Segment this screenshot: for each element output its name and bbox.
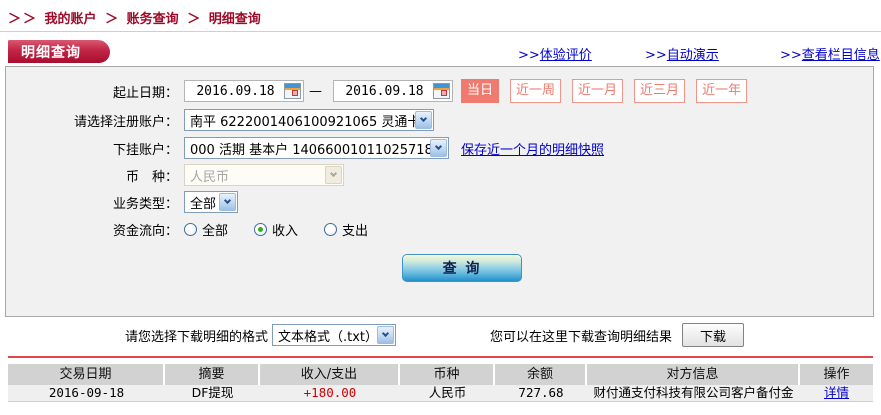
register-account-label: 请选择注册账户： <box>73 114 178 130</box>
breadcrumb-my-account[interactable]: 我的账户 <box>45 12 97 27</box>
date-range-label: 起止日期： <box>112 85 178 101</box>
calendar-icon[interactable] <box>284 83 301 99</box>
fund-flow-row: 资金流向： 全部 收入 支出 <box>6 217 873 241</box>
link-label: 体验评价 <box>539 48 592 63</box>
breadcrumb-prefix: ＞＞ <box>8 12 39 27</box>
fund-flow-radio-group: 全部 收入 支出 <box>184 220 394 239</box>
download-row: 请您选择下载明细的格式 文本格式（.txt） 您可以在这里下载查询明细结果 下载 <box>0 322 881 348</box>
fund-flow-expense-radio[interactable]: 支出 <box>324 220 368 239</box>
quick-range-group: 当日 近一周 近一月 近三月 近一年 <box>461 79 748 103</box>
result-table: 交易日期 摘要 收入/支出 币种 余额 对方信息 操作 2016-09-18 D… <box>8 364 873 402</box>
business-type-value: 全部 <box>190 196 217 212</box>
cell-trade-date: 2016-09-18 <box>48 385 125 400</box>
register-account-value: 南平 6222001406100921065 灵通卡 <box>190 114 415 130</box>
fund-flow-label: 资金流向： <box>112 223 178 239</box>
chevron-down-icon <box>430 139 447 157</box>
quick-range-year-button[interactable]: 近一年 <box>696 79 748 103</box>
sub-account-label: 下挂账户： <box>112 142 178 158</box>
quick-range-month-button[interactable]: 近一月 <box>572 79 624 103</box>
breadcrumb-separator: ＞ <box>105 12 119 27</box>
tab-detail-query[interactable]: 明细查询 <box>8 40 110 63</box>
end-date-input[interactable]: 2016.09.18 <box>333 80 453 102</box>
breadcrumb: ＞＞ 我的账户 ＞ 账务查询 ＞ 明细查询 <box>8 8 261 27</box>
currency-row: 币 种： 人民币 <box>6 163 873 187</box>
date-range-row: 起止日期： 2016.09.18 — 2016.09.18 当日 近一周 近一月… <box>6 79 873 103</box>
experience-review-link[interactable]: >>体验评价 <box>518 44 592 63</box>
query-button[interactable]: 查 询 <box>402 254 522 282</box>
table-header-row: 交易日期 摘要 收入/支出 币种 余额 对方信息 操作 <box>8 364 873 385</box>
business-type-label: 业务类型： <box>112 196 178 212</box>
radio-label: 全部 <box>202 223 229 239</box>
link-prefix: >> <box>518 48 540 63</box>
chevron-down-icon <box>415 111 432 129</box>
download-hint: 您可以在这里下载查询明细结果 <box>490 329 673 345</box>
radio-label: 收入 <box>272 223 299 239</box>
detail-query-page: ＞＞ 我的账户 ＞ 账务查询 ＞ 明细查询 明细查询 >>体验评价 >>自动演示… <box>0 0 881 415</box>
cell-counterparty: 财付通支付科技有限公司客户备付金 <box>593 385 794 400</box>
auto-demo-link[interactable]: >>自动演示 <box>645 44 719 63</box>
header-currency: 币种 <box>400 364 495 385</box>
table-divider <box>8 356 873 358</box>
header-income-expense: 收入/支出 <box>260 364 400 385</box>
calendar-icon[interactable] <box>433 83 450 99</box>
quick-range-quarter-button[interactable]: 近三月 <box>634 79 686 103</box>
business-type-row: 业务类型： 全部 <box>6 190 873 214</box>
download-format-label: 请您选择下载明细的格式 <box>124 329 268 345</box>
fund-flow-all-radio[interactable]: 全部 <box>184 220 228 239</box>
link-prefix: >> <box>780 48 802 63</box>
currency-select: 人民币 <box>184 164 344 186</box>
fund-flow-income-radio[interactable]: 收入 <box>254 220 298 239</box>
query-form-panel: 起止日期： 2016.09.18 — 2016.09.18 当日 近一周 近一月… <box>5 66 874 317</box>
quick-range-today-button[interactable]: 当日 <box>461 79 500 103</box>
sub-account-value: 000 活期 基本户 1406600101102571848 <box>190 142 430 158</box>
start-date-value: 2016.09.18 <box>196 83 275 99</box>
header-action: 操作 <box>823 367 850 382</box>
link-label: 自动演示 <box>666 48 719 63</box>
sub-account-select[interactable]: 000 活期 基本户 1406600101102571848 <box>184 137 449 159</box>
radio-icon <box>184 222 197 236</box>
cell-action: 详情 <box>800 385 873 401</box>
chevron-down-icon <box>219 193 236 211</box>
cell-currency: 人民币 <box>428 385 467 400</box>
header-summary: 摘要 <box>165 364 260 385</box>
radio-checked-icon <box>254 222 268 236</box>
download-format-select[interactable]: 文本格式（.txt） <box>272 324 396 346</box>
quick-range-week-button[interactable]: 近一周 <box>510 79 562 103</box>
view-column-info-link[interactable]: >>查看栏目信息 <box>780 44 880 63</box>
cell-balance: 727.68 <box>518 385 564 400</box>
header-divider <box>0 31 881 32</box>
chevron-down-icon <box>325 166 342 184</box>
link-label: 查看栏目信息 <box>801 48 880 63</box>
business-type-select[interactable]: 全部 <box>184 191 238 213</box>
chevron-down-icon <box>377 326 394 344</box>
download-button[interactable]: 下载 <box>682 323 745 347</box>
cell-summary: DF提现 <box>191 385 234 400</box>
cell-income-amount: +180.00 <box>303 385 357 400</box>
header-counterparty: 对方信息 <box>587 364 800 385</box>
start-date-input[interactable]: 2016.09.18 <box>184 80 304 102</box>
snapshot-link[interactable]: 保存近一个月的明细快照 <box>461 139 604 158</box>
breadcrumb-separator: ＞ <box>187 12 201 27</box>
register-account-row: 请选择注册账户： 南平 6222001406100921065 灵通卡 <box>6 108 873 132</box>
sub-account-row: 下挂账户： 000 活期 基本户 1406600101102571848 保存近… <box>6 136 873 160</box>
table-row: 2016-09-18 DF提现 +180.00 人民币 727.68 财付通支付… <box>8 385 873 402</box>
currency-label: 币 种： <box>125 169 178 185</box>
download-format-value: 文本格式（.txt） <box>278 329 377 345</box>
end-date-value: 2016.09.18 <box>345 83 424 99</box>
radio-icon <box>324 222 338 236</box>
link-prefix: >> <box>645 48 667 63</box>
header-balance: 余额 <box>495 364 587 385</box>
radio-label: 支出 <box>342 223 369 239</box>
detail-link[interactable]: 详情 <box>824 385 849 400</box>
breadcrumb-detail-query[interactable]: 明细查询 <box>209 12 261 27</box>
date-dash: — <box>309 83 322 99</box>
header-trade-date: 交易日期 <box>8 364 165 385</box>
breadcrumb-account-query[interactable]: 账务查询 <box>127 12 179 27</box>
register-account-select[interactable]: 南平 6222001406100921065 灵通卡 <box>184 109 434 131</box>
currency-value: 人民币 <box>190 169 230 185</box>
